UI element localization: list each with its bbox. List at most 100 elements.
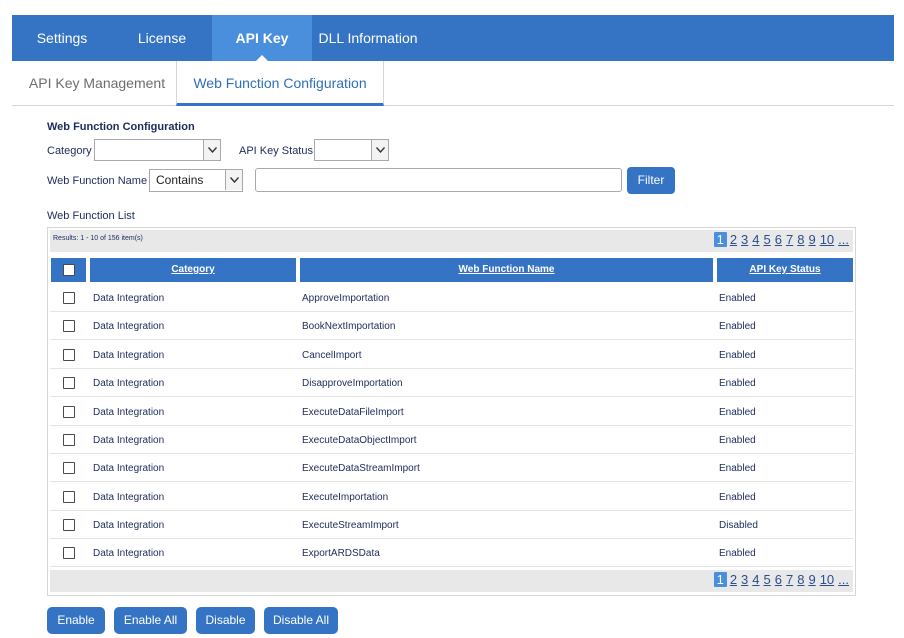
page-link-more[interactable]: ...	[837, 232, 850, 247]
chevron-down-icon	[203, 140, 220, 160]
row-web-function-name: ApproveImportation	[302, 293, 390, 304]
web-function-list-title: Web Function List	[47, 210, 135, 222]
page-link[interactable]: 6	[774, 572, 783, 587]
row-web-function-name: ExecuteImportation	[302, 492, 389, 503]
table-row[interactable]: Data Integration CancelImport Enabled	[50, 341, 853, 369]
disable-all-button[interactable]: Disable All	[264, 607, 338, 634]
tab-api-key-label: API Key	[235, 30, 289, 46]
row-web-function-name: ExecuteDataStreamImport	[302, 463, 420, 474]
row-checkbox[interactable]	[63, 377, 75, 389]
category-select[interactable]	[94, 139, 221, 161]
column-header-api-key-status[interactable]: API Key Status	[717, 258, 853, 282]
page-link-more[interactable]: ...	[837, 572, 850, 587]
page-link[interactable]: 7	[785, 572, 794, 587]
page-link[interactable]: 3	[740, 232, 749, 247]
table-row[interactable]: Data Integration ExecuteDataObjectImport…	[50, 426, 853, 454]
row-checkbox[interactable]	[63, 491, 75, 503]
row-web-function-name: DisapproveImportation	[302, 378, 403, 389]
row-api-key-status: Enabled	[719, 350, 756, 361]
name-operator-value: Contains	[156, 173, 204, 187]
top-nav-bar: Settings License API Key DLL Information	[12, 15, 894, 61]
row-web-function-name: BookNextImportation	[302, 321, 396, 332]
page-link[interactable]: 8	[796, 572, 805, 587]
sub-tab-bar: API Key Management Web Function Configur…	[12, 61, 894, 106]
web-function-name-input[interactable]	[255, 168, 622, 192]
pagination-bottom: 1 2 3 4 5 6 7 8 9 10 ...	[712, 572, 850, 587]
page-link[interactable]: 10	[819, 572, 835, 587]
enable-button[interactable]: Enable	[47, 607, 105, 634]
page-link[interactable]: 8	[796, 232, 805, 247]
row-category: Data Integration	[93, 350, 165, 361]
table-row[interactable]: Data Integration ExportARDSData Enabled	[50, 539, 853, 567]
pagination-top: 1 2 3 4 5 6 7 8 9 10 ...	[712, 232, 850, 247]
row-category: Data Integration	[93, 378, 165, 389]
api-key-status-label: API Key Status	[239, 145, 313, 157]
page-link[interactable]: 3	[740, 572, 749, 587]
page-link[interactable]: 10	[819, 232, 835, 247]
row-checkbox[interactable]	[63, 292, 75, 304]
row-web-function-name: ExecuteDataFileImport	[302, 407, 404, 418]
table-row[interactable]: Data Integration BookNextImportation Ena…	[50, 312, 853, 340]
row-api-key-status: Disabled	[719, 520, 758, 531]
row-api-key-status: Enabled	[719, 378, 756, 389]
row-checkbox[interactable]	[63, 349, 75, 361]
page-link[interactable]: 4	[751, 572, 760, 587]
page-link[interactable]: 5	[763, 572, 772, 587]
row-api-key-status: Enabled	[719, 463, 756, 474]
name-operator-select[interactable]: Contains	[149, 169, 243, 192]
row-checkbox[interactable]	[63, 519, 75, 531]
page-link[interactable]: 2	[729, 572, 738, 587]
select-all-checkbox[interactable]	[63, 264, 75, 276]
table-row[interactable]: Data Integration DisapproveImportation E…	[50, 369, 853, 397]
section-heading: Web Function Configuration	[47, 121, 195, 133]
row-web-function-name: ExecuteDataObjectImport	[302, 435, 417, 446]
row-checkbox[interactable]	[63, 406, 75, 418]
subtab-api-key-management[interactable]: API Key Management	[18, 61, 176, 105]
table-row[interactable]: Data Integration ExecuteImportation Enab…	[50, 483, 853, 511]
select-all-header	[51, 258, 86, 282]
page-link[interactable]: 1	[713, 232, 727, 247]
row-checkbox[interactable]	[63, 462, 75, 474]
row-api-key-status: Enabled	[719, 293, 756, 304]
disable-button[interactable]: Disable	[196, 607, 255, 634]
column-header-category[interactable]: Category	[90, 258, 296, 282]
tab-api-key[interactable]: API Key	[212, 15, 312, 61]
filter-button[interactable]: Filter	[627, 167, 675, 194]
row-category: Data Integration	[93, 407, 165, 418]
tab-settings[interactable]: Settings	[12, 15, 112, 61]
pager-top: Results: 1 - 10 of 156 item(s) 1 2 3 4 5…	[50, 230, 853, 252]
table-row[interactable]: Data Integration ExecuteStreamImport Dis…	[50, 511, 853, 539]
tab-license[interactable]: License	[112, 15, 212, 61]
tab-dll-information[interactable]: DLL Information	[312, 15, 424, 61]
row-category: Data Integration	[93, 463, 165, 474]
page-link[interactable]: 9	[807, 232, 816, 247]
web-function-name-label: Web Function Name	[47, 175, 148, 187]
row-checkbox[interactable]	[63, 320, 75, 332]
pager-bottom: 1 2 3 4 5 6 7 8 9 10 ...	[50, 570, 853, 592]
row-api-key-status: Enabled	[719, 548, 756, 559]
page-link[interactable]: 9	[807, 572, 816, 587]
table-row[interactable]: Data Integration ApproveImportation Enab…	[50, 284, 853, 312]
row-api-key-status: Enabled	[719, 407, 756, 418]
column-header-web-function-name[interactable]: Web Function Name	[300, 258, 713, 282]
row-category: Data Integration	[93, 492, 165, 503]
row-web-function-name: ExecuteStreamImport	[302, 520, 399, 531]
row-web-function-name: CancelImport	[302, 350, 362, 361]
page-link[interactable]: 4	[751, 232, 760, 247]
row-checkbox[interactable]	[63, 547, 75, 559]
table-row[interactable]: Data Integration ExecuteDataStreamImport…	[50, 454, 853, 482]
page-link[interactable]: 5	[763, 232, 772, 247]
api-key-status-select[interactable]	[314, 139, 389, 161]
chevron-down-icon	[371, 140, 388, 160]
row-category: Data Integration	[93, 435, 165, 446]
table-row[interactable]: Data Integration ExecuteDataFileImport E…	[50, 398, 853, 426]
page-link[interactable]: 2	[729, 232, 738, 247]
page-link[interactable]: 1	[713, 572, 727, 587]
page-link[interactable]: 7	[785, 232, 794, 247]
row-category: Data Integration	[93, 321, 165, 332]
results-summary: Results: 1 - 10 of 156 item(s)	[53, 235, 143, 242]
subtab-web-function-configuration[interactable]: Web Function Configuration	[176, 61, 384, 106]
page-link[interactable]: 6	[774, 232, 783, 247]
row-checkbox[interactable]	[63, 434, 75, 446]
enable-all-button[interactable]: Enable All	[114, 607, 187, 634]
